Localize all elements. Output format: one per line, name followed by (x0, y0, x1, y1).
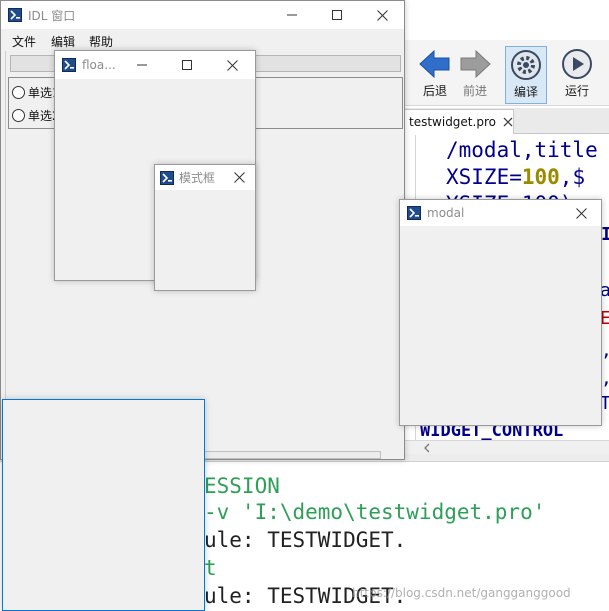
modal-frame-title: 模式框 (179, 171, 216, 185)
editor-line-2-suffix: ,$ (559, 165, 586, 189)
close-icon (376, 9, 388, 21)
editor-line-1: /modal,title (446, 138, 598, 162)
tab-close-icon[interactable] (503, 117, 513, 127)
menu-edit[interactable]: 编辑 (51, 33, 75, 50)
menu-bar: 文件 编辑 帮助 (1, 29, 404, 51)
menu-file[interactable]: 文件 (12, 33, 36, 50)
back-arrow-icon (419, 49, 450, 79)
editor-fragment-i: I (601, 224, 609, 245)
minimize-icon (137, 64, 147, 66)
modal-window-title: modal (427, 206, 465, 220)
float-minimize-button[interactable] (119, 51, 165, 79)
float-window-titlebar[interactable]: floa... (55, 51, 255, 79)
watermark: https://blog.csdn.net/gangganggood (352, 586, 571, 600)
modal-window: modal (399, 199, 602, 426)
modal-window-titlebar[interactable]: modal (400, 200, 601, 226)
editor-line-2: XSIZE=100,$ (446, 165, 585, 189)
editor-tab-label: testwidget.pro (409, 115, 496, 129)
radio-option-2-circle[interactable] (12, 109, 25, 122)
compile-button-label: 编译 (513, 85, 538, 99)
forward-button[interactable]: 前进 (450, 48, 500, 102)
forward-button-label: 前进 (462, 84, 487, 98)
compile-button[interactable]: 编译 (505, 46, 547, 104)
modal-frame-window: 模式框 (154, 164, 256, 291)
idl-app-icon (407, 206, 421, 220)
console-line-1: ESSION (204, 474, 280, 498)
editor-fragment-c1: , (601, 340, 609, 361)
gear-icon (511, 50, 541, 80)
editor-tab[interactable]: testwidget.pro (404, 109, 514, 134)
minimize-button[interactable] (269, 1, 315, 29)
console-line-3: ule: TESTWIDGET. (204, 528, 407, 552)
main-window-bottom-bar (201, 451, 381, 459)
minimize-icon (287, 14, 297, 16)
float-maximize-button[interactable] (164, 51, 210, 79)
idl-app-icon (8, 8, 22, 22)
radio-option-2[interactable]: 单选2 (12, 107, 60, 124)
run-button-label: 运行 (564, 84, 589, 98)
editor-line-2-value: 100 (521, 165, 560, 189)
main-window-inner-border (5, 51, 6, 456)
editor-fragment-c2: , (601, 368, 609, 389)
idl-app-icon (62, 58, 76, 72)
scroll-left-icon[interactable] (422, 443, 432, 453)
console-line-4: t (204, 556, 217, 580)
float-close-button[interactable] (209, 51, 255, 79)
editor-h-scrollbar[interactable] (404, 440, 609, 454)
play-icon (562, 49, 592, 79)
radio-option-1-circle[interactable] (12, 86, 25, 99)
run-button[interactable]: 运行 (552, 48, 602, 102)
close-button[interactable] (359, 1, 404, 29)
float-window-title: floa... (82, 58, 116, 72)
back-button-label: 后退 (422, 84, 447, 98)
maximize-button[interactable] (314, 1, 360, 29)
close-icon (233, 172, 245, 183)
blank-focused-window[interactable] (2, 399, 205, 611)
idl-app-icon (160, 170, 174, 185)
close-icon (575, 207, 587, 219)
radio-option-1[interactable]: 单选1 (12, 84, 60, 101)
idl-main-title: IDL 窗口 (28, 8, 76, 23)
menu-help[interactable]: 帮助 (89, 33, 113, 50)
modal-frame-titlebar[interactable]: 模式框 (155, 165, 255, 190)
forward-arrow-icon (460, 49, 491, 79)
modal-close-button[interactable] (561, 200, 601, 226)
maximize-icon (332, 10, 342, 20)
close-icon (226, 59, 238, 71)
console-line-2: -v 'I:\demo\testwidget.pro' (204, 500, 546, 524)
modal-frame-close-button[interactable] (221, 165, 255, 190)
editor-line-2-prefix: XSIZE= (446, 165, 522, 189)
maximize-icon (182, 60, 192, 70)
idl-main-titlebar[interactable]: IDL 窗口 (1, 1, 404, 29)
